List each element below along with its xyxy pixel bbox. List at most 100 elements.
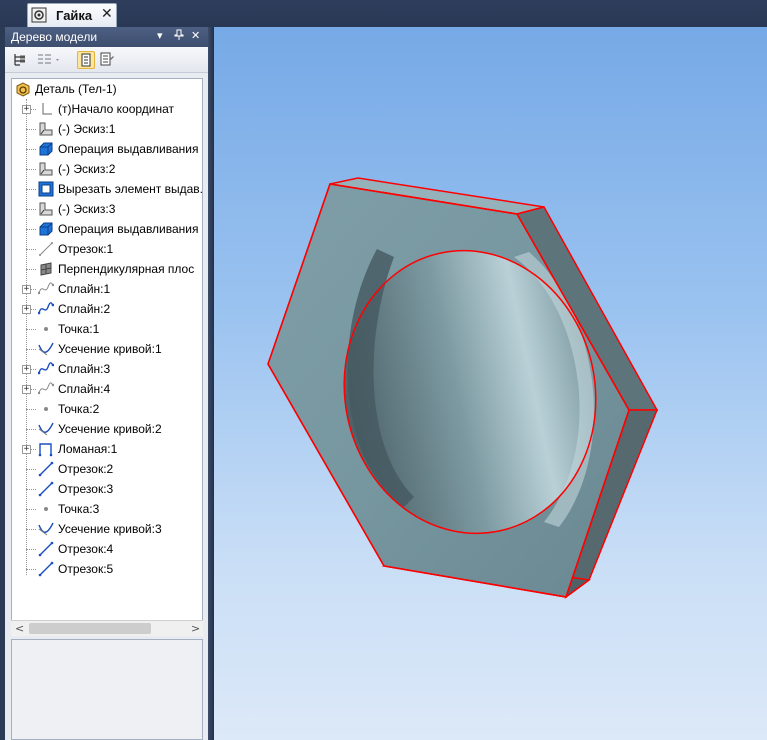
document-view-icon[interactable]: [77, 51, 95, 69]
tree-item-label: Вырезать элемент выдав.: [58, 182, 203, 196]
extrude-icon: [38, 141, 54, 157]
tree-item-label: Ломаная:1: [58, 442, 118, 456]
sketch-icon: [38, 201, 54, 217]
tree-item[interactable]: (-) Эскиз:1: [12, 119, 202, 139]
tree-guide-branch: [26, 189, 36, 190]
tree-item[interactable]: Операция выдавливания: [12, 219, 202, 239]
expand-toggle-icon[interactable]: +: [22, 445, 31, 454]
tree-guide-branch: [26, 209, 36, 210]
tree-guide-branch: [26, 329, 36, 330]
expand-toggle-icon[interactable]: +: [22, 285, 31, 294]
tree-item[interactable]: Усечение кривой:3: [12, 519, 202, 539]
tree-item[interactable]: Отрезок:2: [12, 459, 202, 479]
tree-root[interactable]: Деталь (Тел-1): [12, 79, 202, 99]
tree-guide-branch: [26, 549, 36, 550]
panel-close-icon[interactable]: ✕: [191, 29, 200, 42]
trim-curve-icon: [38, 341, 54, 357]
tree-item[interactable]: + Сплайн:3: [12, 359, 202, 379]
panel-pin-icon[interactable]: [174, 29, 184, 44]
tree-structure-icon[interactable]: [11, 51, 29, 69]
tree-item[interactable]: + Сплайн:2: [12, 299, 202, 319]
scroll-right-arrow[interactable]: >: [191, 622, 200, 635]
tree-item-label: (-) Эскиз:2: [58, 162, 116, 176]
tree-item[interactable]: Вырезать элемент выдав.: [12, 179, 202, 199]
tree-item[interactable]: + Сплайн:4: [12, 379, 202, 399]
tree-item[interactable]: (-) Эскиз:2: [12, 159, 202, 179]
expand-toggle-icon[interactable]: +: [22, 305, 31, 314]
sketch-icon: [38, 161, 54, 177]
tree-guide-branch: [26, 229, 36, 230]
tree-item[interactable]: Усечение кривой:2: [12, 419, 202, 439]
tree-item[interactable]: Перпендикулярная плос: [12, 259, 202, 279]
spline-gray-icon: [37, 281, 55, 297]
panel-toolbar: [5, 47, 208, 73]
tree-guide-branch: [26, 349, 36, 350]
spline-gray-icon: [37, 381, 55, 397]
tree-item[interactable]: Точка:3: [12, 499, 202, 519]
tree-item-label: Точка:2: [58, 402, 100, 416]
tree-guide-branch: [26, 409, 36, 410]
part-document-icon: [31, 7, 47, 23]
scroll-left-arrow[interactable]: <: [15, 622, 24, 635]
document-tab[interactable]: Гайка ✕: [27, 3, 117, 27]
tree-item[interactable]: Отрезок:1: [12, 239, 202, 259]
tree-item-label: Точка:1: [58, 322, 100, 336]
tab-title: Гайка: [56, 8, 93, 23]
tree-item-label: Сплайн:3: [58, 362, 111, 376]
tree-root-label: Деталь (Тел-1): [35, 82, 117, 96]
point-icon: [38, 401, 54, 417]
trim-curve-icon: [38, 421, 54, 437]
polyline-icon: [38, 441, 54, 457]
tree-guide-branch: [26, 249, 36, 250]
expand-toggle-icon[interactable]: +: [22, 365, 31, 374]
tree-item-label: Отрезок:4: [58, 542, 114, 556]
tab-close-icon[interactable]: ✕: [101, 6, 113, 22]
tree-item[interactable]: Отрезок:4: [12, 539, 202, 559]
tree-guide-branch: [26, 269, 36, 270]
tree-item[interactable]: Точка:1: [12, 319, 202, 339]
properties-area: [11, 639, 203, 740]
tree-item-label: Отрезок:3: [58, 482, 114, 496]
document-tab-strip: Гайка ✕: [0, 0, 767, 27]
hex-nut-model: [267, 177, 659, 600]
expand-toggle-icon[interactable]: +: [22, 105, 31, 114]
tree-list-dropdown-icon[interactable]: [35, 51, 63, 69]
tree-item-label: Перпендикулярная плос: [58, 262, 195, 276]
tree-item-label: Усечение кривой:2: [58, 422, 162, 436]
properties-view-icon[interactable]: [98, 51, 116, 69]
sketch-icon: [38, 121, 54, 137]
tree-item[interactable]: + (т)Начало координат: [12, 99, 202, 119]
tree-item[interactable]: (-) Эскиз:3: [12, 199, 202, 219]
tree-item-label: Сплайн:4: [58, 382, 111, 396]
tree-item[interactable]: Усечение кривой:1: [12, 339, 202, 359]
scroll-thumb[interactable]: [29, 623, 151, 634]
tree-item-label: (т)Начало координат: [58, 102, 175, 116]
tree-item[interactable]: + Сплайн:1: [12, 279, 202, 299]
expand-toggle-icon[interactable]: +: [22, 385, 31, 394]
tree-guide-branch: [26, 489, 36, 490]
tree-item-label: Операция выдавливания: [58, 222, 199, 236]
tree-horizontal-scrollbar[interactable]: < >: [11, 620, 203, 636]
tree-guide-branch: [26, 469, 36, 470]
tree-item[interactable]: + Ломаная:1: [12, 439, 202, 459]
point-icon: [38, 501, 54, 517]
part-root-icon: [15, 81, 31, 97]
tree-guide-branch: [26, 169, 36, 170]
extrude-icon: [38, 221, 54, 237]
origin-icon: [38, 101, 54, 117]
point-icon: [38, 321, 54, 337]
tree-item[interactable]: Точка:2: [12, 399, 202, 419]
segment-icon: [38, 461, 54, 477]
model-viewport[interactable]: [214, 27, 767, 740]
tree-item-label: Сплайн:2: [58, 302, 111, 316]
tree-item-label: Точка:3: [58, 502, 100, 516]
tree-item[interactable]: Операция выдавливания: [12, 139, 202, 159]
segment-gray-icon: [38, 241, 54, 257]
tree-guide-branch: [26, 569, 36, 570]
tree-guide-branch: [26, 429, 36, 430]
tree-item[interactable]: Отрезок:3: [12, 479, 202, 499]
tree-guide-branch: [26, 129, 36, 130]
tree-item[interactable]: Отрезок:5: [12, 559, 202, 579]
model-tree: Деталь (Тел-1) + (т)Начало координат (-) Э…: [11, 78, 203, 636]
panel-menu-icon[interactable]: ▾: [157, 29, 163, 42]
